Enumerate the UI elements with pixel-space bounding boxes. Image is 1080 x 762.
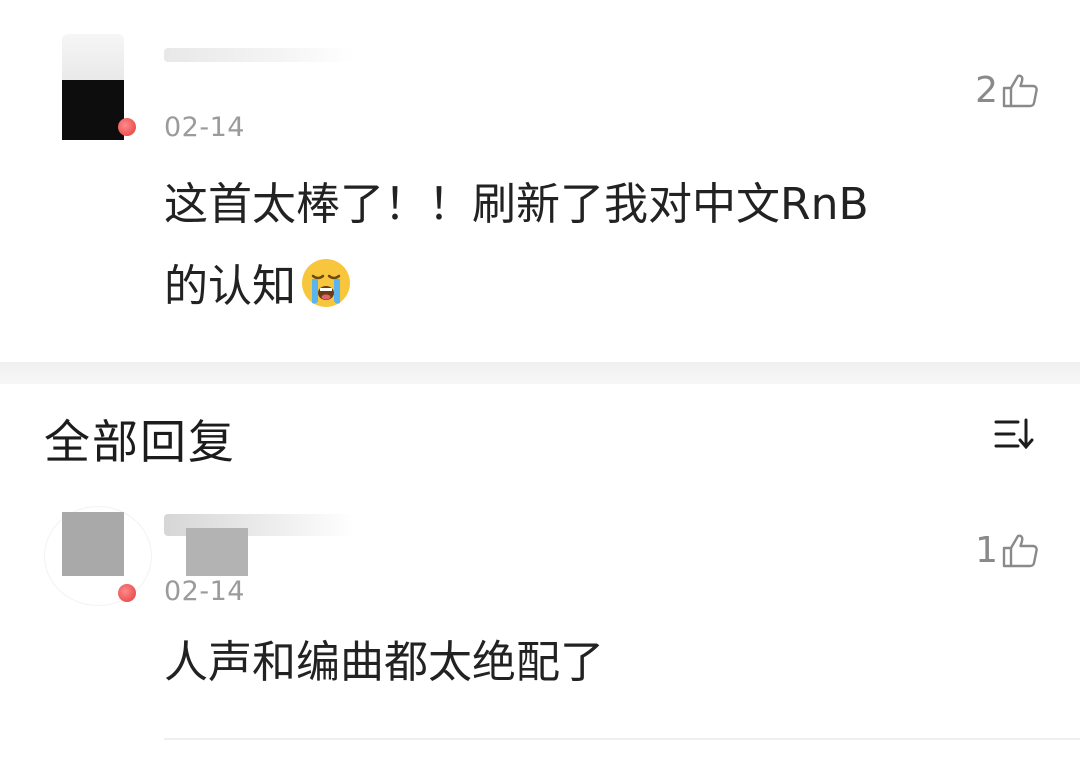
comment-text-line-1: 这首太棒了！！刷新了我对中文RnB [164, 179, 869, 230]
comment-text-line-2: 的认知 [164, 261, 296, 312]
main-comment: 02-14 2 这首太棒了！！刷新了我对中文RnB 的认知 [0, 0, 1080, 362]
like-button[interactable]: 1 [975, 530, 1040, 571]
thumbs-up-icon [1002, 74, 1038, 107]
comment-detail-page: 02-14 2 这首太棒了！！刷新了我对中文RnB 的认知 全部回复 02-14… [0, 0, 1080, 762]
avatar[interactable] [62, 34, 136, 142]
section-divider [0, 362, 1080, 384]
divider [164, 738, 1080, 740]
sort-icon[interactable] [992, 412, 1036, 456]
username-redacted-block [186, 528, 248, 576]
comment-date: 02-14 [164, 112, 245, 143]
replies-section-title: 全部回复 [44, 415, 236, 469]
comment-text: 这首太棒了！！刷新了我对中文RnB 的认知 [164, 164, 1014, 328]
vip-badge-icon [118, 118, 136, 136]
reply-text: 人声和编曲都太绝配了 [164, 637, 604, 688]
like-count: 1 [975, 530, 998, 571]
like-button[interactable]: 2 [975, 70, 1040, 111]
username-redacted[interactable] [164, 48, 354, 62]
avatar[interactable] [44, 506, 152, 606]
thumbs-up-icon [1002, 534, 1038, 567]
like-count: 2 [975, 70, 998, 111]
vip-badge-icon [118, 584, 136, 602]
reply-date: 02-14 [164, 576, 245, 607]
loudly-crying-face-icon [302, 259, 350, 307]
